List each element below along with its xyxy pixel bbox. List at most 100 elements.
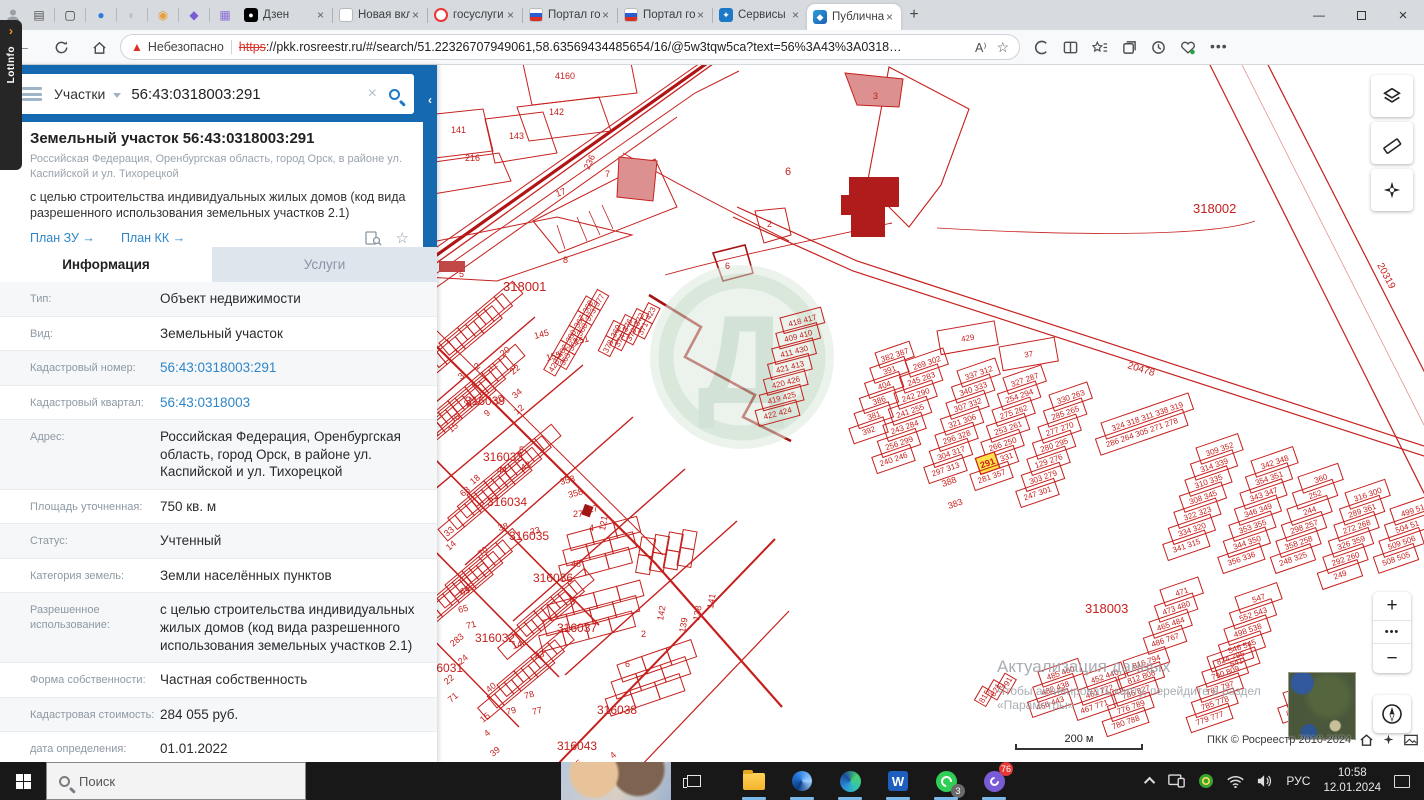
tab-close-icon[interactable]: × xyxy=(315,8,326,22)
browser-tab-4[interactable]: Портал госуда× xyxy=(523,0,617,30)
measure-tool-button[interactable] xyxy=(1371,122,1413,164)
gem-icon[interactable]: ◆ xyxy=(181,4,207,26)
minimize-button[interactable]: — xyxy=(1298,0,1340,30)
favorite-parcel-star-icon[interactable]: ☆ xyxy=(396,229,409,247)
browser-essentials-icon[interactable] xyxy=(1034,40,1049,55)
parcel[interactable] xyxy=(608,531,638,555)
language-indicator[interactable]: РУС xyxy=(1286,774,1310,788)
plan-kk-link[interactable]: План КК → xyxy=(121,231,185,245)
notification-center-icon[interactable] xyxy=(1394,774,1410,788)
search-input[interactable] xyxy=(131,85,360,103)
collapse-chevron-icon[interactable]: ‹ xyxy=(423,93,437,107)
parcel[interactable] xyxy=(604,546,634,570)
clock[interactable]: 10:58 12.01.2024 xyxy=(1323,766,1381,796)
taskbar-app-whatsapp[interactable]: 3 xyxy=(931,762,965,800)
parcel[interactable] xyxy=(437,423,439,451)
read-aloud-icon[interactable]: A⁾ xyxy=(975,40,986,55)
parcel[interactable] xyxy=(611,594,641,618)
chevron-down-icon[interactable] xyxy=(113,92,122,98)
browser-tab-2[interactable]: Новая вкладк× xyxy=(333,0,427,30)
parcel[interactable] xyxy=(653,673,686,700)
preview-icon[interactable] xyxy=(364,231,382,246)
search-icon[interactable] xyxy=(389,88,400,100)
security-warning-label[interactable]: Небезопасно xyxy=(148,40,224,54)
split-screen-icon[interactable] xyxy=(1063,40,1078,55)
clear-search-icon[interactable]: × xyxy=(360,85,385,103)
circle-icon[interactable]: ◐ xyxy=(119,4,145,26)
layers-tool-button[interactable] xyxy=(1371,75,1413,117)
taskbar-app-phone[interactable]: 76 xyxy=(979,762,1013,800)
lotinfo-side-tab[interactable]: › LotInfo xyxy=(0,20,22,170)
refresh-button[interactable] xyxy=(46,33,76,61)
pages-icon[interactable]: ▤ xyxy=(26,4,52,26)
home-button[interactable] xyxy=(84,33,114,61)
tab-close-icon[interactable]: × xyxy=(505,8,516,22)
cadastral-map[interactable]: Д 382 387 391 404 386 381 392 269 302 245 283 24… xyxy=(437,65,1424,762)
wifi-icon[interactable] xyxy=(1227,775,1245,788)
your-phone-icon[interactable] xyxy=(1168,774,1186,788)
zoom-out-button[interactable]: − xyxy=(1373,644,1411,673)
basemap-small-icon[interactable] xyxy=(1404,734,1418,746)
tab-information[interactable]: Информация xyxy=(0,247,212,282)
taskbar-app-explorer[interactable] xyxy=(739,762,769,800)
sphere-icon[interactable]: ● xyxy=(88,4,114,26)
browser-tab-5[interactable]: Портал госуда× xyxy=(618,0,712,30)
essentials-heart-icon[interactable] xyxy=(1180,40,1196,55)
parcel[interactable] xyxy=(483,292,514,322)
parcel[interactable] xyxy=(592,585,622,609)
task-view-button[interactable] xyxy=(675,762,713,800)
antivirus-icon[interactable] xyxy=(1198,773,1214,789)
window-icon[interactable]: ▢ xyxy=(57,4,83,26)
overview-minimap[interactable] xyxy=(1288,672,1356,740)
parcel[interactable] xyxy=(437,604,444,632)
browser-tab-3[interactable]: госуслуги лич× xyxy=(428,0,522,30)
compass-button[interactable] xyxy=(1373,695,1411,733)
favorite-star-icon[interactable]: ☆ xyxy=(996,39,1009,56)
parcel[interactable] xyxy=(585,537,614,561)
tab-close-icon[interactable]: × xyxy=(790,8,801,22)
home-small-icon[interactable] xyxy=(1360,733,1373,746)
colors-icon[interactable]: ◉ xyxy=(150,4,176,26)
panel-collapse-strip[interactable]: ‹ xyxy=(423,65,437,250)
more-menu-icon[interactable]: ••• xyxy=(1210,38,1228,56)
volume-icon[interactable] xyxy=(1257,774,1273,788)
collections-icon[interactable] xyxy=(1122,40,1137,55)
tab-services[interactable]: Услуги xyxy=(212,247,437,282)
new-tab-button[interactable]: + xyxy=(901,2,927,28)
favorites-icon[interactable] xyxy=(1092,40,1108,55)
plan-zu-link[interactable]: План ЗУ → xyxy=(30,231,95,245)
restore-button[interactable] xyxy=(1340,0,1382,30)
attribute-value-link[interactable]: 56:43:0318003:291 xyxy=(160,359,276,377)
attribute-value-link[interactable]: 56:43:0318003 xyxy=(160,394,250,412)
browser-tab-7[interactable]: ◆Публичная ка× xyxy=(807,4,901,30)
parcel[interactable] xyxy=(523,607,552,635)
taskbar-search[interactable]: Поиск xyxy=(46,762,306,800)
tab-close-icon[interactable]: × xyxy=(884,10,895,24)
parcel[interactable] xyxy=(437,420,447,448)
zoom-more-button[interactable]: ••• xyxy=(1373,621,1411,644)
grid-icon[interactable]: ▦ xyxy=(212,4,238,26)
parcel[interactable] xyxy=(447,503,475,531)
tab-close-icon[interactable]: × xyxy=(410,8,421,22)
parcel[interactable] xyxy=(464,308,495,338)
tray-expand-icon[interactable] xyxy=(1144,776,1156,789)
close-button[interactable]: × xyxy=(1382,0,1424,30)
locate-tool-button[interactable] xyxy=(1371,169,1413,211)
browser-tab-1[interactable]: ● Дзен × xyxy=(238,0,332,30)
widgets-thumbnail[interactable] xyxy=(561,762,671,800)
taskbar-app-edge[interactable] xyxy=(835,762,865,800)
parcel[interactable] xyxy=(446,323,477,353)
start-button[interactable] xyxy=(0,762,46,800)
zoom-in-button[interactable]: + xyxy=(1373,592,1411,621)
parcel[interactable] xyxy=(607,610,637,634)
parcel[interactable] xyxy=(540,593,569,621)
search-category[interactable]: Участки xyxy=(54,86,105,102)
address-bar[interactable]: ▲ Небезопасно https ://pkk.rosreestr.ru/… xyxy=(120,34,1020,60)
menu-icon[interactable] xyxy=(22,87,42,101)
history-icon[interactable] xyxy=(1151,40,1166,55)
tab-close-icon[interactable]: × xyxy=(600,8,611,22)
map-canvas[interactable]: Д 382 387391404386381392269 302245 28324… xyxy=(437,65,1424,762)
taskbar-app-clipchamp[interactable] xyxy=(787,762,817,800)
tab-close-icon[interactable]: × xyxy=(695,8,706,22)
locate-small-icon[interactable] xyxy=(1382,733,1395,746)
